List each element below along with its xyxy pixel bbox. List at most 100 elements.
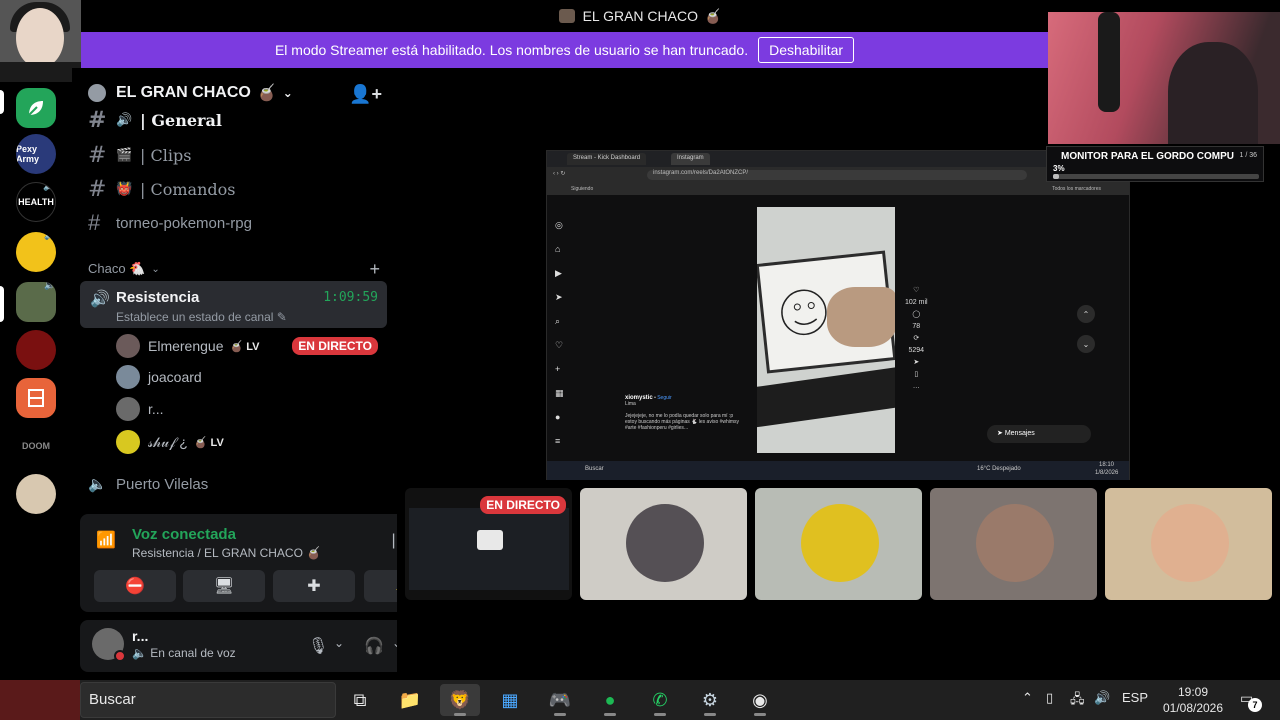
browser-url-bar: ‹ › ↻ instagram.com/reels/Da2AtONZCP/ — [547, 167, 1129, 183]
server-icon-el-gran-chaco[interactable]: 🔊 — [16, 282, 56, 322]
server-rail: Pexy Army HEALTH 🔊 🔊 🔊 DOOM — [0, 82, 72, 680]
send-icon: ➤ — [997, 430, 1003, 437]
mate-icon: 🧉 — [703, 7, 722, 24]
participant-tile[interactable] — [580, 488, 747, 600]
avatar — [626, 504, 704, 582]
messages-button[interactable]: ➤ Mensajes — [987, 425, 1091, 443]
heart-icon[interactable]: ♡ — [913, 287, 919, 294]
voice-channel-puerto-vilelas[interactable]: 🔈 Puerto Vilelas — [80, 468, 388, 500]
webcam-shirt — [0, 62, 81, 82]
reel-caption: xiomystic • Seguir Lima Jejejejeje, no m… — [625, 395, 740, 431]
channel-torneo-pokemon-rpg[interactable]: # torneo-pokemon-rpg — [80, 207, 388, 239]
disable-streamer-mode-button[interactable]: Deshabilitar — [758, 37, 855, 63]
notification-icon[interactable]: ▭ 7 — [1240, 690, 1262, 712]
chevron-up-icon[interactable]: ⌃ — [1022, 690, 1033, 706]
user-status: 🔈 En canal de voz — [132, 646, 236, 660]
shared-taskbar: Buscar 16°C Despejado 18:10 1/8/2026 — [547, 461, 1129, 480]
voice-connected-title[interactable]: Voz conectada — [132, 526, 236, 543]
chevron-down-icon[interactable]: ⌄ — [334, 636, 344, 650]
language-indicator[interactable]: ESP — [1122, 690, 1148, 705]
server-icon-red[interactable] — [16, 330, 56, 370]
task-view-icon[interactable]: ⧉ — [340, 684, 380, 716]
back-icon[interactable]: ‹ › ↻ — [553, 170, 565, 177]
server-icon-pexy-army[interactable]: Pexy Army — [16, 134, 56, 174]
steam-icon[interactable]: ⚙ — [690, 684, 730, 716]
more-icon[interactable]: … — [913, 383, 920, 390]
spotify-icon[interactable]: ● — [590, 684, 630, 716]
browser-tab[interactable]: Stream - Kick Dashboard — [567, 153, 647, 165]
screen-share-button[interactable]: 🖥 — [183, 570, 265, 602]
brave-icon[interactable]: 🦁 — [440, 684, 480, 716]
headphones-icon[interactable]: 🎧 — [364, 636, 384, 656]
voice-user[interactable]: 𝓈𝒽𝓊𝒻 ¿ 🧉 LV — [116, 428, 386, 456]
invite-people-icon[interactable]: 👤+ — [349, 84, 382, 105]
taskbar-search[interactable]: Buscar — [80, 682, 336, 718]
url-field[interactable]: instagram.com/reels/Da2AtONZCP/ — [647, 170, 1027, 180]
server-icon-doom[interactable]: DOOM — [16, 426, 56, 466]
server-icon-yellow[interactable]: 🔊 — [16, 232, 56, 272]
voice-user[interactable]: Elmerengue 🧉 LV EN DIRECTO — [116, 332, 386, 360]
usb-icon[interactable]: ▯ — [1046, 690, 1053, 706]
live-badge: EN DIRECTO — [480, 496, 566, 514]
server-settings-icon — [88, 84, 106, 102]
browser-tab[interactable]: Instagram — [671, 153, 710, 165]
share-icon[interactable]: ➤ — [913, 359, 919, 366]
taskbar-thumbnail[interactable] — [0, 680, 80, 720]
channel-comandos[interactable]: # 👹 | Comandos — [80, 173, 388, 205]
hand — [827, 287, 895, 347]
bookmark-icon[interactable]: ▯ — [914, 371, 918, 378]
camera-off-button[interactable]: ⛔ — [94, 570, 176, 602]
microphone-icon[interactable]: 🎙 — [308, 636, 328, 656]
clock[interactable]: 19:09 01/08/2026 — [1148, 684, 1238, 716]
participant-tile[interactable] — [930, 488, 1097, 600]
tablet-keys — [757, 366, 895, 428]
participant-tile-live[interactable]: EN DIRECTO — [405, 488, 572, 600]
user-badge: 🧉 LV — [229, 340, 260, 353]
screen-share-icon — [477, 530, 503, 550]
network-icon[interactable]: 🖧 — [1070, 690, 1085, 712]
connection-signal-icon[interactable]: 📶 — [96, 530, 120, 552]
speaker-icon: 🔊 — [43, 182, 55, 191]
discord-icon[interactable]: 🎮 — [540, 684, 580, 716]
store-icon[interactable]: ▦ — [490, 684, 530, 716]
server-icon-cat[interactable] — [16, 474, 56, 514]
create-channel-icon[interactable]: + — [369, 259, 380, 280]
avatar — [116, 334, 140, 358]
chevron-up-icon[interactable]: ⌃ — [1077, 305, 1095, 323]
activities-button[interactable]: ✚ — [273, 570, 355, 602]
shared-screen-stream[interactable]: Stream - Kick Dashboard Instagram ‹ › ↻ … — [546, 150, 1130, 480]
server-icon-green[interactable] — [16, 88, 56, 128]
voice-user[interactable]: joacoard — [116, 363, 386, 391]
volume-icon[interactable]: 🔊 — [1094, 690, 1110, 706]
speaker-icon: 🔊 — [44, 232, 56, 240]
user-badge: 🧉 LV — [193, 436, 224, 449]
obs-icon[interactable]: ◉ — [740, 684, 780, 716]
mate-icon: 🧉 — [256, 85, 277, 102]
hash-icon: # — [88, 107, 107, 133]
goal-progress-fill — [1053, 174, 1060, 179]
voice-user[interactable]: r... — [116, 395, 386, 423]
channel-emoji: 👹 — [116, 181, 133, 197]
participant-tile[interactable] — [755, 488, 922, 600]
whatsapp-icon[interactable]: ✆ — [640, 684, 680, 716]
goal-percent: 3% — [1053, 164, 1065, 173]
voice-channel-resistencia[interactable]: 🔊 Resistencia 1:09:59 Establece un estad… — [80, 281, 387, 328]
reel-video[interactable] — [757, 207, 895, 453]
screen-share-icon: 🖥 — [213, 578, 235, 595]
username[interactable]: r... — [132, 628, 148, 644]
server-icon-orange[interactable] — [16, 378, 56, 418]
channel-sidebar: EL GRAN CHACO 🧉 ⌄ 👤+ # 🔊 | General # 🎬 |… — [72, 68, 460, 680]
chevron-down-icon[interactable]: ⌄ — [1077, 335, 1095, 353]
goal-progress-track — [1053, 174, 1259, 179]
channel-status[interactable]: Establece un estado de canal ✎ — [116, 310, 287, 324]
channel-clips[interactable]: # 🎬 | Clips — [80, 139, 388, 171]
repost-icon[interactable]: ⟳ — [913, 335, 919, 342]
server-icon-health[interactable]: HEALTH 🔊 — [16, 182, 56, 222]
comment-icon[interactable]: ◯ — [912, 311, 920, 318]
channel-general[interactable]: # 🔊 | General — [80, 106, 388, 134]
instagram-view: ◎ ⌂ ▶ ➤ ⌕ ♡ + ▦ ● ≡ ♡ 102 mil ◯ 78 ⟳ 5294 ➤ ▯ … xiom… — [547, 195, 1129, 467]
server-active-pill — [0, 286, 4, 322]
participant-tile[interactable] — [1105, 488, 1272, 600]
file-explorer-icon[interactable]: 📁 — [390, 684, 430, 716]
category-chaco[interactable]: Chaco 🐔 ⌄ + — [88, 259, 388, 280]
